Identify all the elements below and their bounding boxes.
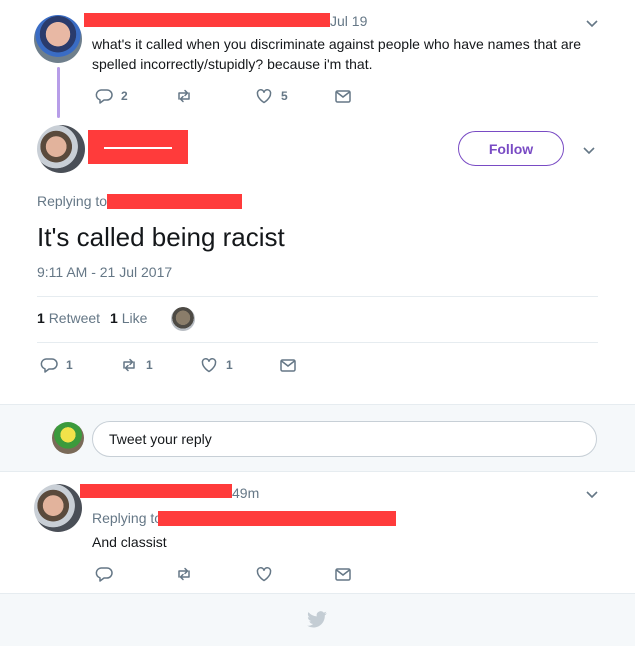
redacted-author [80, 484, 232, 498]
reply-count: 2 [121, 89, 128, 103]
tweet-time[interactable]: 49m [232, 485, 259, 501]
like-icon [256, 88, 272, 104]
message-icon [335, 568, 351, 581]
chevron-down-icon[interactable] [581, 142, 597, 158]
tweet-text: what's it called when you discriminate a… [92, 36, 582, 72]
redacted-mention[interactable] [158, 511, 396, 526]
tweet-text: It's called being racist [37, 222, 285, 252]
likes-stat[interactable]: 1 Like [110, 310, 147, 326]
divider [37, 296, 598, 297]
my-avatar[interactable] [52, 422, 84, 454]
thread-line [57, 67, 60, 118]
redaction-mark [104, 147, 172, 149]
chevron-down-icon[interactable] [584, 15, 600, 31]
twitter-bird-icon [307, 611, 327, 628]
reply-icon [95, 89, 113, 104]
like-count: 1 [226, 358, 233, 372]
retweet-button[interactable] [175, 565, 193, 583]
avatar[interactable] [37, 125, 85, 173]
retweet-icon [123, 358, 135, 372]
avatar[interactable] [34, 484, 82, 532]
retweet-icon [178, 89, 190, 103]
divider [37, 342, 598, 343]
retweet-icon [178, 567, 190, 581]
redacted-mention[interactable] [107, 194, 242, 209]
like-button[interactable] [255, 565, 273, 583]
reply-icon [95, 567, 113, 582]
timeline-footer [0, 593, 635, 646]
like-icon [256, 566, 272, 582]
reply-button[interactable]: 1 [40, 356, 73, 374]
retweets-stat[interactable]: 1 Retweet [37, 310, 100, 326]
like-button[interactable]: 1 [200, 356, 233, 374]
reply-input[interactable]: Tweet your reply [92, 421, 597, 457]
message-button[interactable] [334, 87, 352, 105]
reply-count: 1 [66, 358, 73, 372]
liker-avatar[interactable] [171, 307, 195, 331]
follow-button[interactable]: Follow [458, 131, 564, 166]
tweet-timestamp[interactable]: 9:11 AM - 21 Jul 2017 [37, 264, 172, 280]
avatar[interactable] [34, 15, 82, 63]
reply-button[interactable]: 2 [95, 87, 128, 105]
chevron-down-icon[interactable] [584, 486, 600, 502]
reply-button[interactable] [95, 565, 113, 583]
retweet-button[interactable]: 1 [120, 356, 153, 374]
message-icon [335, 90, 351, 103]
like-icon [201, 357, 217, 373]
retweet-count: 1 [146, 358, 153, 372]
message-icon [280, 359, 296, 372]
like-count: 5 [281, 89, 288, 103]
like-button[interactable]: 5 [255, 87, 288, 105]
tweet-date[interactable]: Jul 19 [330, 13, 367, 29]
tweet-text: And classist [92, 534, 167, 550]
replying-to-label: Replying to [92, 510, 163, 526]
replying-to-label: Replying to [37, 193, 108, 209]
redacted-author [84, 13, 330, 27]
message-button[interactable] [334, 565, 352, 583]
tweet-stats: 1 Retweet 1 Like [37, 310, 147, 326]
retweet-button[interactable] [175, 87, 193, 105]
reply-icon [40, 358, 58, 373]
message-button[interactable] [279, 356, 297, 374]
